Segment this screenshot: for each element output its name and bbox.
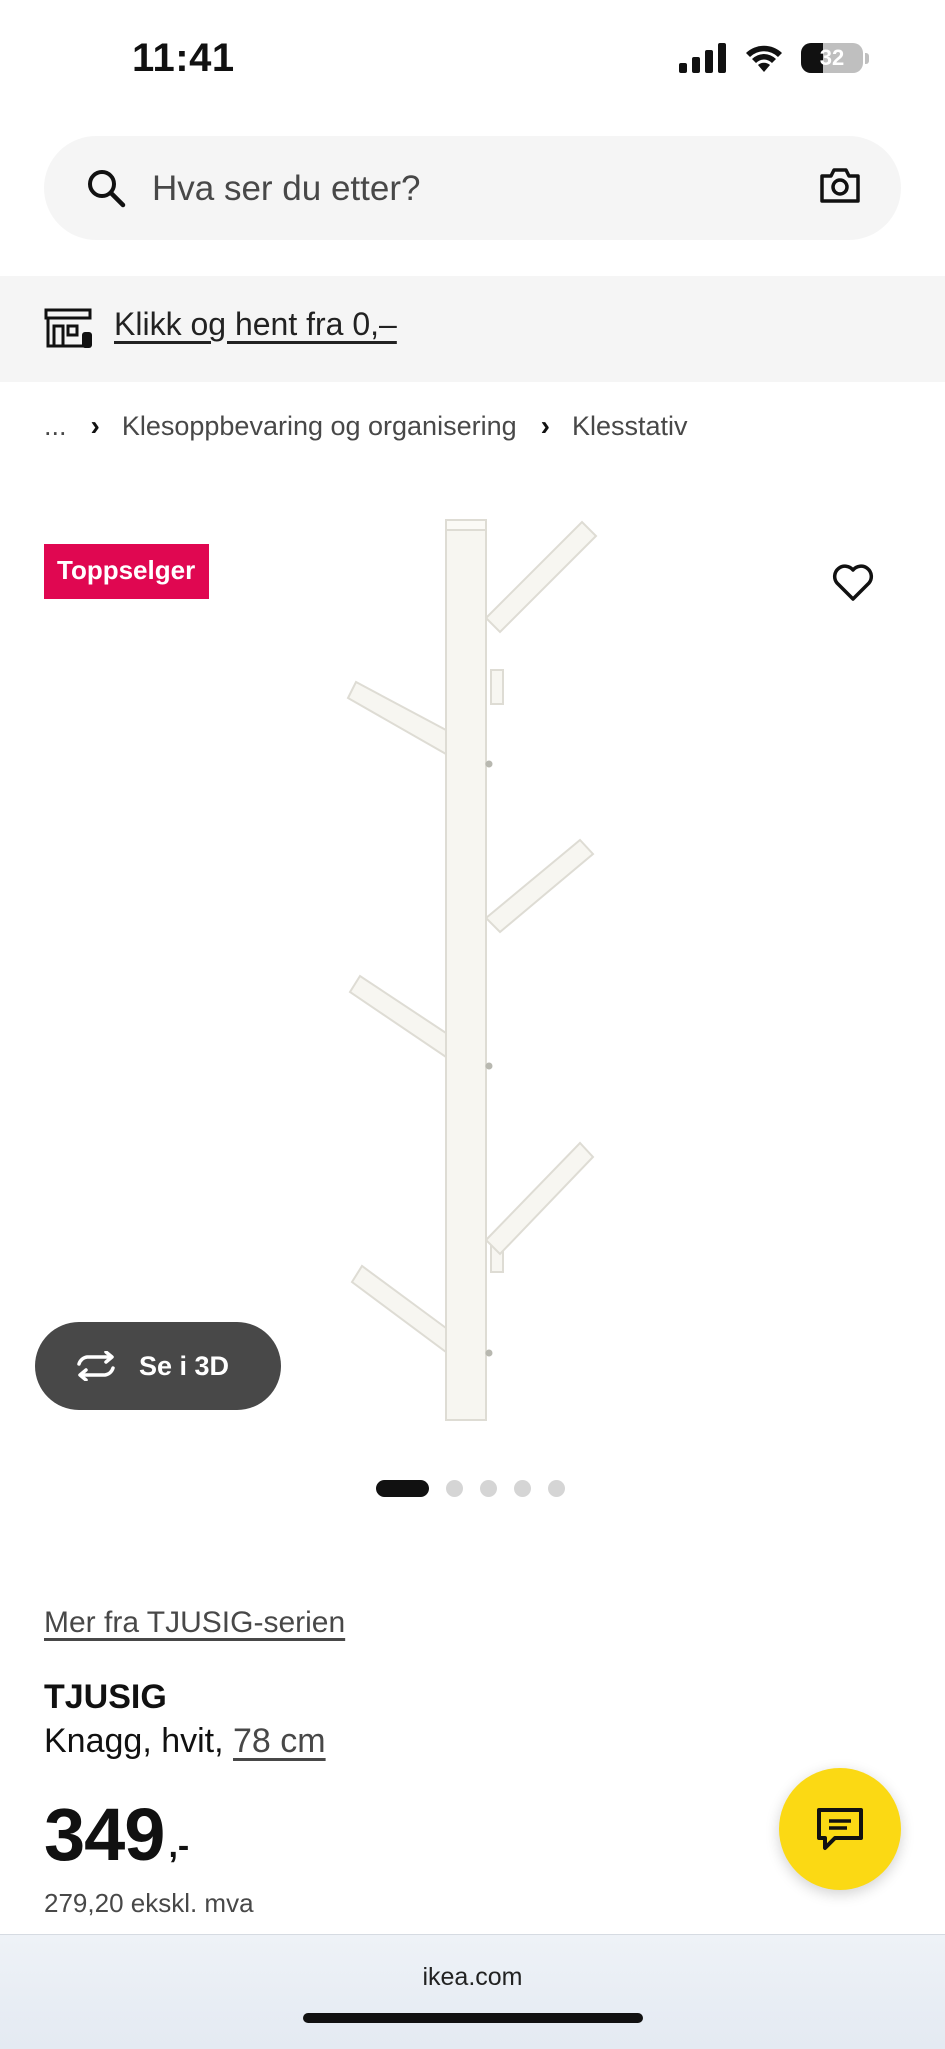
product-image[interactable] bbox=[340, 500, 600, 1440]
carousel-dot-2[interactable] bbox=[446, 1480, 463, 1497]
breadcrumb-item-klesstativ[interactable]: Klesstativ bbox=[572, 411, 688, 442]
product-size-link[interactable]: 78 cm bbox=[233, 1722, 326, 1760]
carousel-dot-1[interactable] bbox=[376, 1480, 429, 1497]
battery-icon: 32 bbox=[801, 43, 863, 73]
carousel-dot-4[interactable] bbox=[514, 1480, 531, 1497]
carousel-dot-5[interactable] bbox=[548, 1480, 565, 1497]
chat-button[interactable] bbox=[779, 1768, 901, 1890]
product-price: 349 ,- bbox=[44, 1798, 189, 1872]
browser-address-bar[interactable]: ikea.com bbox=[0, 1934, 945, 2049]
price-decimal: ,- bbox=[168, 1827, 190, 1865]
battery-level: 32 bbox=[819, 45, 845, 70]
chevron-right-icon: › bbox=[90, 410, 100, 441]
search-input[interactable] bbox=[150, 158, 794, 220]
product-name: TJUSIG bbox=[44, 1678, 167, 1716]
product-type: Knagg, hvit, bbox=[44, 1722, 234, 1760]
home-indicator[interactable] bbox=[303, 2013, 643, 2023]
breadcrumb: ... › Klesoppbevaring og organisering › … bbox=[44, 410, 688, 442]
carousel-pagination bbox=[376, 1480, 565, 1497]
wifi-icon bbox=[746, 45, 782, 72]
search-icon bbox=[88, 170, 126, 208]
browser-url[interactable]: ikea.com bbox=[0, 1963, 945, 1992]
series-link[interactable]: Mer fra TJUSIG-serien bbox=[44, 1606, 345, 1640]
camera-icon[interactable] bbox=[819, 166, 861, 204]
view-in-3d-button[interactable]: Se i 3D bbox=[35, 1322, 281, 1410]
price-main: 349 bbox=[44, 1793, 165, 1876]
store-icon bbox=[44, 308, 92, 348]
battery-tip bbox=[865, 52, 869, 64]
chevron-right-icon: › bbox=[540, 410, 550, 441]
view-in-3d-label: Se i 3D bbox=[139, 1350, 230, 1381]
click-collect-banner[interactable]: Klikk og hent fra 0,– bbox=[0, 276, 945, 382]
breadcrumb-ellipsis[interactable]: ... bbox=[44, 411, 67, 442]
breadcrumb-item-klesoppbevaring[interactable]: Klesoppbevaring og organisering bbox=[122, 411, 517, 442]
status-icons: 32 bbox=[679, 42, 869, 74]
price-ex-vat: 279,20 ekskl. mva bbox=[44, 1888, 254, 1918]
chat-icon bbox=[817, 1808, 863, 1850]
status-time: 11:41 bbox=[132, 36, 235, 80]
heart-icon[interactable] bbox=[832, 564, 874, 602]
click-collect-link[interactable]: Klikk og hent fra 0,– bbox=[114, 306, 397, 343]
rotate-3d-icon bbox=[77, 1351, 115, 1381]
carousel-dot-3[interactable] bbox=[480, 1480, 497, 1497]
signal-icon bbox=[679, 43, 726, 73]
search-bar[interactable] bbox=[44, 136, 901, 240]
product-description: Knagg, hvit, 78 cm bbox=[44, 1722, 326, 1761]
top-seller-badge: Toppselger bbox=[44, 544, 210, 599]
